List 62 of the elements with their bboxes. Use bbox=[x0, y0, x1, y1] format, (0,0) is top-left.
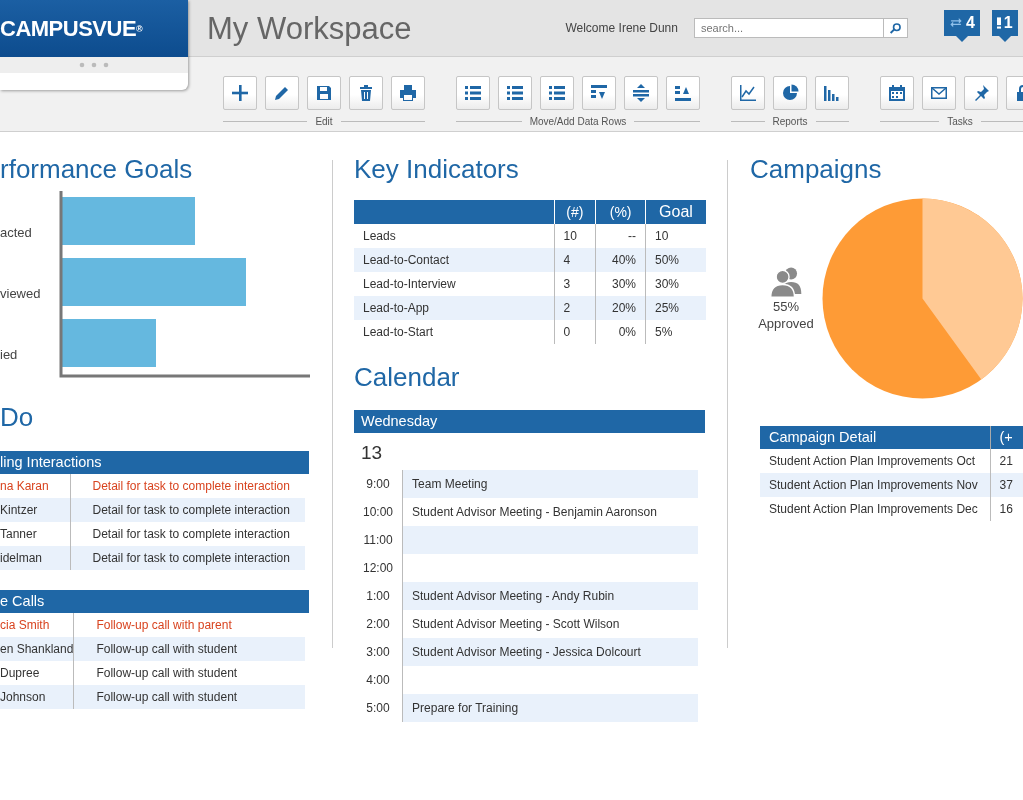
table-cell: 37 bbox=[990, 473, 1023, 497]
group-label: Edit bbox=[315, 115, 333, 129]
table-cell: Lead-to-Interview bbox=[354, 272, 554, 296]
table-header: e Calls bbox=[0, 590, 309, 613]
section-title: Key Indicators bbox=[354, 156, 520, 182]
table-cell: 4 bbox=[554, 248, 596, 272]
approval-percent: 55% bbox=[773, 299, 799, 316]
calendar-event: Team Meeting bbox=[412, 477, 488, 491]
table-cell: Follow-up call with student bbox=[73, 637, 305, 661]
column-header: Goal bbox=[645, 200, 706, 224]
table-cell: 20% bbox=[595, 296, 646, 320]
logo: CAMPUSVUE$^{®}$ bbox=[0, 15, 143, 43]
column-header: (+ bbox=[990, 426, 1023, 449]
day-number: 13 bbox=[360, 441, 384, 465]
column-header: Campaign Detail bbox=[760, 426, 990, 449]
section-title: Calendar bbox=[354, 364, 461, 390]
calendar-event: Student Advisor Meeting - Jessica Dolcourt bbox=[412, 645, 641, 659]
page-title: My Workspace bbox=[207, 9, 412, 48]
table-cell: Dupree bbox=[0, 661, 74, 685]
calendar-event: Student Advisor Meeting - Benjamin Aaronson bbox=[412, 505, 657, 519]
calendar-event: Student Advisor Meeting - Scott Wilson bbox=[412, 617, 620, 631]
table-cell: Student Action Plan Improvements Nov bbox=[760, 473, 990, 497]
axis-label: acted bbox=[0, 225, 32, 240]
table-cell: 5% bbox=[645, 320, 706, 344]
table-cell: Detail for task to complete interaction bbox=[70, 498, 305, 522]
table-cell: 16 bbox=[990, 497, 1023, 521]
table-cell: 0% bbox=[595, 320, 646, 344]
table-cell: idelman bbox=[0, 546, 70, 570]
table-cell: Johnson bbox=[0, 685, 74, 709]
table-cell: Lead-to-Start bbox=[354, 320, 554, 344]
axis-label: viewed bbox=[0, 286, 41, 301]
calendar-event: Prepare for Training bbox=[412, 701, 519, 715]
welcome-text: Welcome Irene Dunn bbox=[565, 20, 678, 37]
table-cell: 25% bbox=[645, 296, 706, 320]
calendar-event: Student Advisor Meeting - Andy Rubin bbox=[412, 589, 615, 603]
table-cell: na Karan bbox=[0, 474, 70, 498]
table-cell: Kintzer bbox=[0, 498, 70, 522]
table-cell: 0 bbox=[554, 320, 596, 344]
group-label: Reports bbox=[772, 115, 808, 129]
table-cell: Follow-up call with student bbox=[73, 685, 305, 709]
table-cell: Detail for task to complete interaction bbox=[70, 546, 305, 570]
table-cell: Leads bbox=[354, 224, 554, 248]
table-cell: 40% bbox=[595, 248, 646, 272]
day-header: Wednesday bbox=[354, 410, 705, 433]
table-header: ling Interactions bbox=[0, 451, 309, 474]
table-cell: 2 bbox=[554, 296, 596, 320]
group-label: Move/Add Data Rows bbox=[529, 115, 627, 129]
table-cell: Student Action Plan Improvements Oct bbox=[760, 449, 990, 473]
table-cell: Tanner bbox=[0, 522, 70, 546]
axis-label: ied bbox=[0, 347, 18, 362]
table-cell: en Shankland bbox=[0, 637, 74, 661]
table-cell: 50% bbox=[645, 248, 706, 272]
table-cell: Student Action Plan Improvements Dec bbox=[760, 497, 990, 521]
section-title: Campaigns bbox=[750, 156, 883, 182]
table-cell: cia Smith bbox=[0, 613, 74, 637]
section-title: rformance Goals bbox=[0, 156, 194, 182]
column-header: (%) bbox=[595, 200, 646, 224]
column-header: (#) bbox=[554, 200, 596, 224]
approval-label: Approved bbox=[758, 315, 814, 332]
search-field[interactable]: search... bbox=[693, 18, 884, 38]
group-label: Tasks bbox=[947, 115, 973, 129]
section-title: Do bbox=[0, 404, 35, 430]
